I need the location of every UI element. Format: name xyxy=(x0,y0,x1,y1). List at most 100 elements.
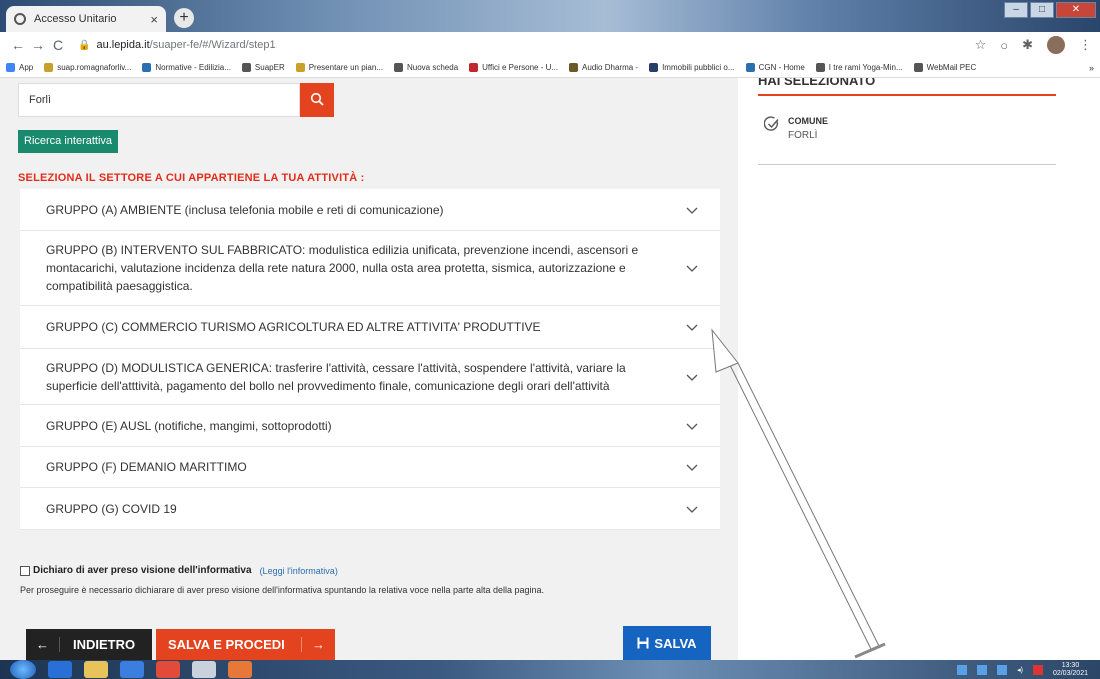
tab-close-button[interactable]: × xyxy=(150,12,158,27)
tray-network-icon[interactable] xyxy=(977,664,988,675)
forward-arrow-icon[interactable]: → xyxy=(28,37,48,53)
back-arrow-icon[interactable]: ← xyxy=(8,37,28,53)
extension-circle-icon[interactable]: ○ xyxy=(1000,38,1008,53)
back-button[interactable]: ← INDIETRO xyxy=(26,629,152,660)
bookmark-item[interactable]: Uffici e Persone - U... xyxy=(469,63,558,72)
group-accordion-item[interactable]: GRUPPO (D) MODULISTICA GENERICA: trasfer… xyxy=(20,349,720,405)
floppy-disk-icon xyxy=(637,637,649,649)
chevron-down-icon[interactable] xyxy=(686,204,698,216)
groups-accordion: GRUPPO (A) AMBIENTE (inclusa telefonia m… xyxy=(20,189,720,530)
ie-icon[interactable] xyxy=(48,661,72,678)
system-clock[interactable]: 13:30 02/03/2021 xyxy=(1053,662,1088,678)
media-player-icon[interactable] xyxy=(120,661,144,678)
search-button[interactable] xyxy=(300,83,334,117)
tray-pdf-icon[interactable] xyxy=(1032,664,1043,675)
comune-search-input[interactable]: Forlì xyxy=(18,83,300,117)
tray-app-icon[interactable] xyxy=(957,664,968,675)
group-label: GRUPPO (D) MODULISTICA GENERICA: trasfer… xyxy=(46,360,626,393)
chevron-down-icon[interactable] xyxy=(686,461,698,473)
privacy-consent: Dichiaro di aver preso visione dell'info… xyxy=(20,565,338,576)
save-and-proceed-label: SALVA E PROCEDI xyxy=(168,637,285,652)
bookmark-item[interactable]: Immobili pubblici o... xyxy=(649,63,735,72)
privacy-label[interactable]: Dichiaro di aver preso visione dell'info… xyxy=(33,565,252,576)
bookmark-favicon-icon xyxy=(44,63,54,72)
section-title: SELEZIONA IL SETTORE A CUI APPARTIENE LA… xyxy=(18,172,365,184)
lock-icon[interactable]: 🔒 xyxy=(78,40,90,51)
page-content: Forlì Ricerca interattiva SELEZIONA IL S… xyxy=(0,78,1100,660)
chrome-icon[interactable] xyxy=(156,661,180,678)
chevron-down-icon[interactable] xyxy=(686,420,698,432)
bookmark-favicon-icon xyxy=(469,63,479,72)
arrow-left-icon: ← xyxy=(26,637,60,652)
url-field[interactable]: au.lepida.it/suaper-fe/#/Wizard/step1 xyxy=(96,39,275,51)
bookmark-item[interactable]: Nuova scheda xyxy=(394,63,458,72)
address-bar: ← → C 🔒 au.lepida.it/suaper-fe/#/Wizard/… xyxy=(0,32,1100,58)
group-accordion-item[interactable]: GRUPPO (F) DEMANIO MARITTIMO xyxy=(20,447,720,488)
bookmark-item[interactable]: Presentare un pian... xyxy=(295,63,383,72)
start-button[interactable] xyxy=(10,660,36,679)
group-label: GRUPPO (F) DEMANIO MARITTIMO xyxy=(46,460,247,474)
chevron-down-icon[interactable] xyxy=(686,321,698,333)
bookmark-favicon-icon xyxy=(394,63,403,72)
star-icon[interactable]: ☆ xyxy=(975,37,987,53)
bookmark-favicon-icon xyxy=(569,63,579,72)
bookmark-favicon-icon xyxy=(745,63,755,72)
browser-tab[interactable]: Accesso Unitario × xyxy=(6,6,166,32)
ricerca-interattiva-button[interactable]: Ricerca interattiva xyxy=(18,130,119,153)
privacy-checkbox[interactable] xyxy=(20,565,30,576)
chevron-down-icon[interactable] xyxy=(686,503,698,515)
new-tab-button[interactable]: + xyxy=(174,8,194,28)
bookmark-item[interactable]: I tre rami Yoga-Min... xyxy=(815,63,903,72)
firefox-icon[interactable] xyxy=(228,661,252,678)
bookmark-item[interactable]: Audio Dharma - xyxy=(569,63,638,72)
group-accordion-item[interactable]: GRUPPO (B) INTERVENTO SUL FABBRICATO: mo… xyxy=(20,231,720,306)
profile-avatar[interactable] xyxy=(1047,36,1065,54)
window-controls: – □ ✕ xyxy=(1004,2,1096,18)
privacy-link[interactable]: (Leggi l'informativa) xyxy=(260,566,338,576)
apps-grid-icon xyxy=(6,63,15,72)
summary-title: HAI SELEZIONATO xyxy=(758,78,1056,96)
group-label: GRUPPO (C) COMMERCIO TURISMO AGRICOLTURA… xyxy=(46,320,541,334)
chevron-down-icon[interactable] xyxy=(686,371,698,383)
bookmark-item[interactable]: suap.romagnaforliv... xyxy=(44,63,131,72)
window-close-button[interactable]: ✕ xyxy=(1056,2,1096,18)
save-and-proceed-button[interactable]: SALVA E PROCEDI → xyxy=(156,629,335,660)
chevron-down-icon[interactable] xyxy=(686,262,698,274)
tray-flag-icon[interactable] xyxy=(997,664,1008,675)
check-circle-icon xyxy=(764,116,779,131)
bookmark-item[interactable]: App xyxy=(6,63,33,72)
bookmarks-bar: App suap.romagnaforliv... Normative - Edil… xyxy=(0,58,1100,78)
volume-icon[interactable]: ◂) xyxy=(1017,666,1023,674)
wizard-main: Forlì Ricerca interattiva SELEZIONA IL S… xyxy=(0,78,738,660)
bookmark-item[interactable]: WebMail PEC xyxy=(913,63,976,72)
menu-dots-icon[interactable]: ⋮ xyxy=(1079,37,1092,53)
windows-taskbar: ◂) 13:30 02/03/2021 xyxy=(0,660,1100,679)
back-button-label: INDIETRO xyxy=(73,637,136,652)
bookmark-favicon-icon xyxy=(815,63,825,72)
bookmark-item[interactable]: Normative - Edilizia... xyxy=(142,63,231,72)
group-accordion-item[interactable]: GRUPPO (G) COVID 19 xyxy=(20,488,720,530)
group-label: GRUPPO (G) COVID 19 xyxy=(46,501,177,516)
puzzle-icon[interactable]: ✱ xyxy=(1022,37,1033,53)
selected-comune-label: COMUNE xyxy=(788,116,828,126)
group-accordion-item[interactable]: GRUPPO (E) AUSL (notifiche, mangimi, sot… xyxy=(20,405,720,447)
scissors-icon[interactable] xyxy=(192,661,216,678)
maximize-button[interactable]: □ xyxy=(1030,2,1054,18)
selected-comune-value: FORLÌ xyxy=(788,130,818,141)
bookmark-item[interactable]: CGN - Home xyxy=(745,63,805,72)
group-accordion-item[interactable]: GRUPPO (A) AMBIENTE (inclusa telefonia m… xyxy=(20,189,720,231)
selection-summary-panel: HAI SELEZIONATO COMUNE FORLÌ xyxy=(738,78,1100,660)
bookmark-favicon-icon xyxy=(295,63,305,72)
bookmark-favicon-icon xyxy=(649,63,659,72)
bookmark-favicon-icon xyxy=(142,63,152,72)
folder-icon[interactable] xyxy=(84,661,108,678)
summary-divider xyxy=(758,164,1056,165)
bookmarks-overflow-button[interactable]: » xyxy=(1089,63,1094,73)
window-titlebar: Accesso Unitario × + – □ ✕ xyxy=(0,0,1100,32)
bookmark-favicon-icon xyxy=(241,63,251,72)
reload-icon[interactable]: C xyxy=(48,37,68,53)
group-accordion-item[interactable]: GRUPPO (C) COMMERCIO TURISMO AGRICOLTURA… xyxy=(20,306,720,349)
minimize-button[interactable]: – xyxy=(1004,2,1028,18)
bookmark-item[interactable]: SuapER xyxy=(241,63,285,72)
save-button[interactable]: SALVA xyxy=(623,626,711,660)
